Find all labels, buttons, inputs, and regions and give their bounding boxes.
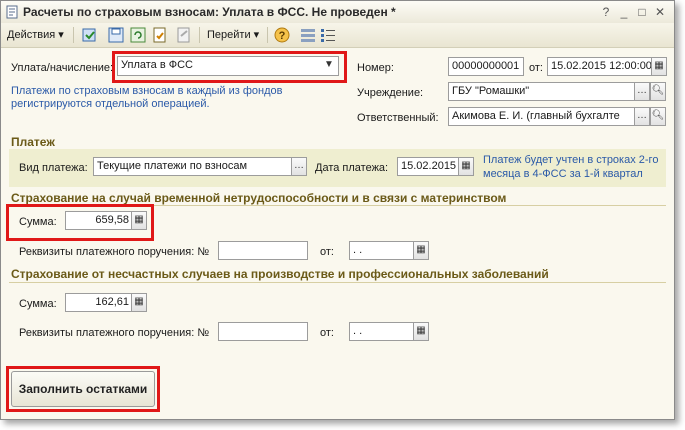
payment-kind-label: Вид платежа: [19,162,88,174]
close-icon[interactable]: ✕ [653,5,667,19]
hint-line-1: Платежи по страховым взносам в каждый из… [11,85,283,97]
insurance1-order-number-field[interactable] [218,241,308,260]
insurance1-req-label: Реквизиты платежного поручения: № [19,246,210,258]
hint-line-2: регистрируются отдельной операцией. [11,98,210,110]
toolbar: Действия ▾ Перейти ▾ ? [1,23,674,48]
document-date-field[interactable]: 15.02.2015 12:00:00 [547,57,653,76]
search-icon[interactable]: 🔍︎ [650,107,666,126]
insurance2-order-number-field[interactable] [218,322,308,341]
insurance2-title: Страхование от несчастных случаев на про… [11,267,549,281]
insurance2-req-label: Реквизиты платежного поручения: № [19,327,210,339]
toolbar-separator [199,27,200,43]
calendar-icon[interactable]: ▦ [458,157,474,176]
actions-label: Действия [7,29,56,41]
payment-section-title: Платеж [11,135,55,149]
select-ellipsis-icon[interactable]: … [634,107,650,126]
document-window: Расчеты по страховым взносам: Уплата в Ф… [0,0,675,420]
title-bar: Расчеты по страховым взносам: Уплата в Ф… [1,1,674,24]
calculator-icon[interactable]: ▦ [131,293,147,312]
save-icon[interactable] [107,26,125,44]
maximize-icon[interactable]: □ [635,5,649,19]
highlight-frame-sum [6,204,154,241]
calendar-icon[interactable]: ▦ [651,57,667,76]
calendar-icon[interactable]: ▦ [413,241,429,260]
svg-text:?: ? [279,30,286,42]
goto-label: Перейти [207,29,251,41]
list-settings-icon[interactable] [319,26,337,44]
unpost-icon[interactable] [175,26,193,44]
insurance1-title: Страхование на случай временной нетрудос… [11,191,507,205]
responsible-label: Ответственный: [357,112,439,124]
toolbar-separator [267,27,268,43]
minimize-icon[interactable]: _ [617,5,631,19]
calendar-icon[interactable]: ▦ [413,322,429,341]
insurance2-sum-field[interactable]: 162,61 [65,293,133,312]
help-circle-icon[interactable]: ? [273,26,291,44]
refresh-icon[interactable] [129,26,147,44]
payment-kind-field[interactable]: Текущие платежи по взносам [93,157,293,176]
goto-menu[interactable]: Перейти ▾ [207,27,259,43]
insurance2-sum-label: Сумма: [19,298,57,310]
number-label: Номер: [357,62,394,74]
document-icon [6,5,18,19]
divider [9,282,666,283]
insurance2-order-date-field[interactable]: . . [349,322,415,341]
organization-field[interactable]: ГБУ "Ромашки" [448,82,636,101]
payment-date-field[interactable]: 15.02.2015 [397,157,459,176]
insurance1-from-label: от: [320,246,334,258]
payment-date-label: Дата платежа: [315,162,389,174]
window-title: Расчеты по страховым взносам: Уплата в Ф… [23,5,396,19]
select-ellipsis-icon[interactable]: … [634,82,650,101]
payment-note-line-2: месяца в 4-ФСС за 1-й квартал [483,168,643,180]
payment-type-label: Уплата/начисление: [11,62,114,74]
help-icon[interactable]: ? [599,5,613,19]
date-from-label: от: [529,62,543,74]
save-close-icon[interactable] [81,26,99,44]
highlight-frame-payment-type [112,51,347,83]
payment-note-line-1: Платеж будет учтен в строках 2-го [483,154,659,166]
actions-menu[interactable]: Действия ▾ [7,27,64,43]
number-field[interactable]: 00000000001 [448,57,524,76]
insurance1-order-date-field[interactable]: . . [349,241,415,260]
responsible-field[interactable]: Акимова Е. И. (главный бухгалте [448,107,636,126]
insurance2-from-label: от: [320,327,334,339]
structure-icon[interactable] [299,26,317,44]
post-icon[interactable] [151,26,169,44]
highlight-frame-fill-button [6,366,160,412]
toolbar-separator [73,27,74,43]
search-icon[interactable]: 🔍︎ [650,82,666,101]
organization-label: Учреждение: [357,87,424,99]
select-ellipsis-icon[interactable]: … [291,157,307,176]
